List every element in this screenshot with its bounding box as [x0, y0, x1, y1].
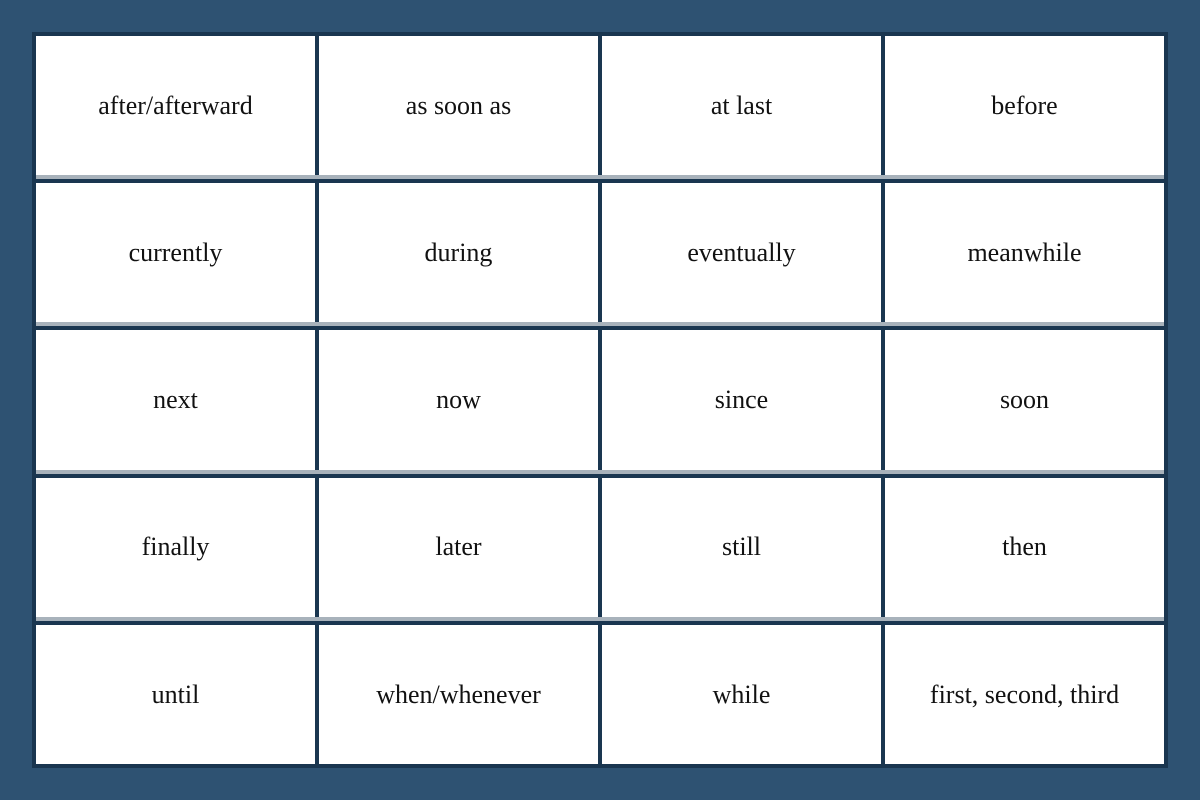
word-r4c1: finally	[142, 530, 210, 564]
cell-r5c1: until	[36, 625, 319, 764]
cell-r1c1: after/afterward	[36, 36, 319, 175]
cell-r1c4: before	[885, 36, 1164, 175]
cell-r1c2: as soon as	[319, 36, 602, 175]
word-r4c3: still	[722, 530, 761, 564]
cell-r2c2: during	[319, 183, 602, 322]
grid-row-3: next now since soon	[36, 330, 1164, 469]
cell-r4c1: finally	[36, 478, 319, 617]
word-r1c1: after/afterward	[98, 89, 252, 123]
word-grid: after/afterward as soon as at last before cu…	[32, 32, 1168, 768]
word-r2c1: currently	[129, 236, 223, 270]
word-r5c1: until	[152, 678, 200, 712]
word-r3c3: since	[715, 383, 768, 417]
cell-r4c2: later	[319, 478, 602, 617]
cell-r4c4: then	[885, 478, 1164, 617]
word-r3c1: next	[153, 383, 198, 417]
cell-r5c4: first, second, third	[885, 625, 1164, 764]
cell-r3c2: now	[319, 330, 602, 469]
cell-r5c3: while	[602, 625, 885, 764]
word-r5c4: first, second, third	[930, 678, 1119, 712]
cell-r3c1: next	[36, 330, 319, 469]
word-r5c2: when/whenever	[376, 678, 541, 712]
cell-r2c3: eventually	[602, 183, 885, 322]
cell-r2c1: currently	[36, 183, 319, 322]
grid-row-4: finally later still then	[36, 478, 1164, 617]
cell-r4c3: still	[602, 478, 885, 617]
word-r2c3: eventually	[687, 236, 795, 270]
cell-r2c4: meanwhile	[885, 183, 1164, 322]
grid-row-1: after/afterward as soon as at last before	[36, 36, 1164, 175]
word-r3c2: now	[436, 383, 481, 417]
word-r4c4: then	[1002, 530, 1047, 564]
cell-r3c3: since	[602, 330, 885, 469]
word-r4c2: later	[435, 530, 481, 564]
cell-r1c3: at last	[602, 36, 885, 175]
grid-row-5: until when/whenever while first, second, th…	[36, 625, 1164, 764]
word-r1c4: before	[991, 89, 1057, 123]
cell-r5c2: when/whenever	[319, 625, 602, 764]
word-r5c3: while	[713, 678, 771, 712]
word-r2c2: during	[425, 236, 493, 270]
page-container: after/afterward as soon as at last before cu…	[16, 16, 1184, 784]
grid-row-2: currently during eventually meanwhile	[36, 183, 1164, 322]
word-r1c3: at last	[711, 89, 772, 123]
word-r2c4: meanwhile	[967, 236, 1081, 270]
cell-r3c4: soon	[885, 330, 1164, 469]
word-r3c4: soon	[1000, 383, 1049, 417]
word-r1c2: as soon as	[406, 89, 511, 123]
